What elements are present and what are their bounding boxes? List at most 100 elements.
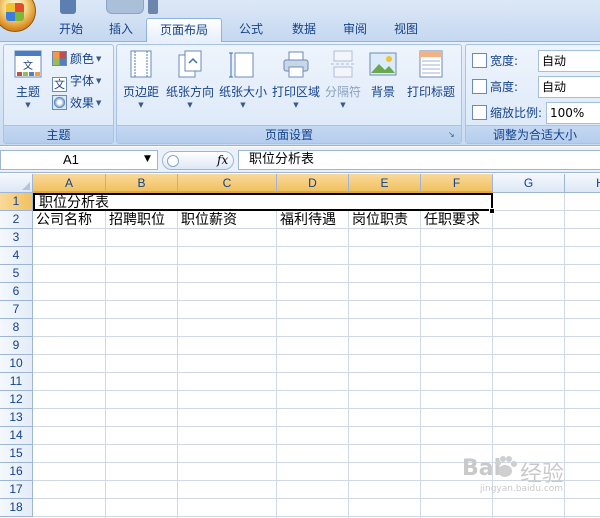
margins-button[interactable]: 页边距 ▼ — [119, 49, 163, 121]
chevron-down-icon: ▼ — [340, 101, 346, 109]
size-button[interactable]: 纸张大小 ▼ — [217, 49, 269, 121]
theme-fonts-label: 字体 — [70, 74, 95, 88]
chevron-down-icon: ▼ — [96, 77, 102, 85]
cell-a1[interactable]: 职位分析表 — [36, 194, 109, 212]
themes-label: 主题 — [15, 85, 40, 99]
quick-access-undo-icon[interactable] — [106, 0, 144, 14]
orientation-button[interactable]: 纸张方向 ▼ — [165, 49, 215, 121]
row-header[interactable]: 10 — [0, 355, 33, 373]
theme-colors-button[interactable]: 颜色 ▼ — [52, 49, 101, 69]
formula-input[interactable]: 职位分析表 — [238, 150, 600, 170]
column-header[interactable]: G — [493, 174, 565, 193]
name-box[interactable]: A1 — [0, 150, 158, 170]
column-header[interactable]: B — [106, 174, 178, 193]
tab-view[interactable]: 视图 — [382, 18, 430, 42]
tab-review[interactable]: 审阅 — [328, 18, 382, 42]
row-header[interactable]: 6 — [0, 283, 33, 301]
row-header[interactable]: 12 — [0, 391, 33, 409]
scale-label: 缩放比例: — [490, 106, 543, 120]
grid-line — [33, 390, 600, 391]
row-header[interactable]: 8 — [0, 319, 33, 337]
row-header[interactable]: 1 — [0, 193, 33, 211]
column-header[interactable]: H — [565, 174, 600, 193]
tab-formulas[interactable]: 公式 — [222, 18, 280, 42]
tab-data[interactable]: 数据 — [280, 18, 328, 42]
print-titles-label: 打印标题 — [406, 85, 455, 99]
selected-merged-cell-a1[interactable]: 职位分析表 — [33, 193, 493, 211]
themes-icon: 文 — [14, 50, 42, 78]
cell-f2[interactable]: 任职要求 — [421, 211, 480, 229]
page-break-icon — [331, 50, 355, 78]
row-header[interactable]: 7 — [0, 301, 33, 319]
print-area-label: 打印区域 — [271, 85, 320, 99]
row-header[interactable]: 14 — [0, 427, 33, 445]
grid-line — [33, 282, 600, 283]
select-all-button[interactable] — [0, 174, 33, 193]
cell-b2[interactable]: 招聘职位 — [106, 211, 165, 229]
height-dropdown[interactable]: 自动 — [538, 76, 600, 98]
grid-line — [33, 444, 600, 445]
chevron-down-icon: ▼ — [240, 101, 246, 109]
resize-knob-icon[interactable] — [167, 155, 179, 167]
column-header[interactable]: F — [421, 174, 493, 193]
grid-line — [33, 408, 600, 409]
themes-button[interactable]: 文 主题 ▼ — [8, 49, 48, 121]
grid-line — [348, 193, 349, 518]
office-button[interactable] — [0, 0, 36, 32]
tab-page-layout[interactable]: 页面布局 — [146, 18, 222, 43]
row-header[interactable]: 15 — [0, 445, 33, 463]
grid-line — [33, 354, 600, 355]
print-titles-icon — [419, 50, 443, 78]
column-header[interactable]: A — [33, 174, 106, 193]
row-header[interactable]: 16 — [0, 463, 33, 481]
width-label-row: 宽度: — [472, 51, 518, 71]
chevron-down-icon: ▼ — [96, 99, 102, 107]
insert-function-button[interactable]: fx — [217, 152, 228, 169]
size-label: 纸张大小 — [218, 85, 267, 99]
grid-line — [33, 372, 600, 373]
print-titles-button[interactable]: 打印标题 — [403, 49, 459, 121]
column-header[interactable]: C — [178, 174, 277, 193]
row-header[interactable]: 2 — [0, 211, 33, 229]
scale-spinner[interactable]: 100% — [546, 102, 600, 124]
chevron-down-icon: ▼ — [138, 101, 144, 109]
paper-size-icon — [229, 52, 254, 78]
printer-icon — [283, 51, 309, 78]
row-header[interactable]: 3 — [0, 229, 33, 247]
row-header[interactable]: 11 — [0, 373, 33, 391]
print-area-button[interactable]: 打印区域 ▼ — [270, 49, 322, 121]
column-header[interactable]: D — [277, 174, 349, 193]
row-header[interactable]: 5 — [0, 265, 33, 283]
cell-d2[interactable]: 福利待遇 — [277, 211, 336, 229]
background-button[interactable]: 背景 — [365, 49, 401, 121]
row-header[interactable]: 18 — [0, 499, 33, 517]
dialog-launcher-icon[interactable]: ↘ — [448, 130, 458, 140]
breaks-button[interactable]: 分隔符 ▼ — [323, 49, 363, 121]
row-header[interactable]: 4 — [0, 247, 33, 265]
cell-e2[interactable]: 岗位职责 — [349, 211, 408, 229]
baidu-jingyan-watermark: Bai 经验 jingyan.baidu.com — [462, 454, 582, 498]
chevron-down-icon[interactable]: ▼ — [144, 154, 151, 164]
theme-effects-button[interactable]: 效果 ▼ — [52, 93, 101, 113]
tab-home[interactable]: 开始 — [46, 18, 96, 42]
fill-handle[interactable] — [489, 208, 495, 214]
quick-access-customize-icon[interactable] — [148, 0, 158, 14]
cell-c2[interactable]: 职位薪资 — [178, 211, 237, 229]
row-header[interactable]: 17 — [0, 481, 33, 499]
height-icon — [472, 79, 487, 94]
chevron-down-icon: ▼ — [293, 101, 299, 109]
height-label: 高度: — [490, 80, 519, 94]
grid-line — [33, 264, 600, 265]
row-header[interactable]: 13 — [0, 409, 33, 427]
cell-a2[interactable]: 公司名称 — [33, 211, 92, 229]
width-dropdown[interactable]: 自动 — [538, 50, 600, 72]
tab-insert[interactable]: 插入 — [96, 18, 146, 42]
zoom-icon — [472, 105, 487, 120]
column-header[interactable]: E — [349, 174, 421, 193]
group-page-setup: 页边距 ▼ 纸张方向 ▼ 纸张大小 ▼ 打印区域 ▼ 分隔符 ▼ 背景 打印标题… — [116, 44, 462, 144]
quick-access-save-icon[interactable] — [60, 0, 76, 14]
theme-fonts-button[interactable]: 文字体 ▼ — [52, 71, 102, 92]
worksheet-grid[interactable]: A B C D E F G H 1 2 3 4 5 6 7 8 9 10 11 … — [0, 174, 600, 518]
row-header[interactable]: 9 — [0, 337, 33, 355]
watermark-url: jingyan.baidu.com — [480, 484, 564, 494]
